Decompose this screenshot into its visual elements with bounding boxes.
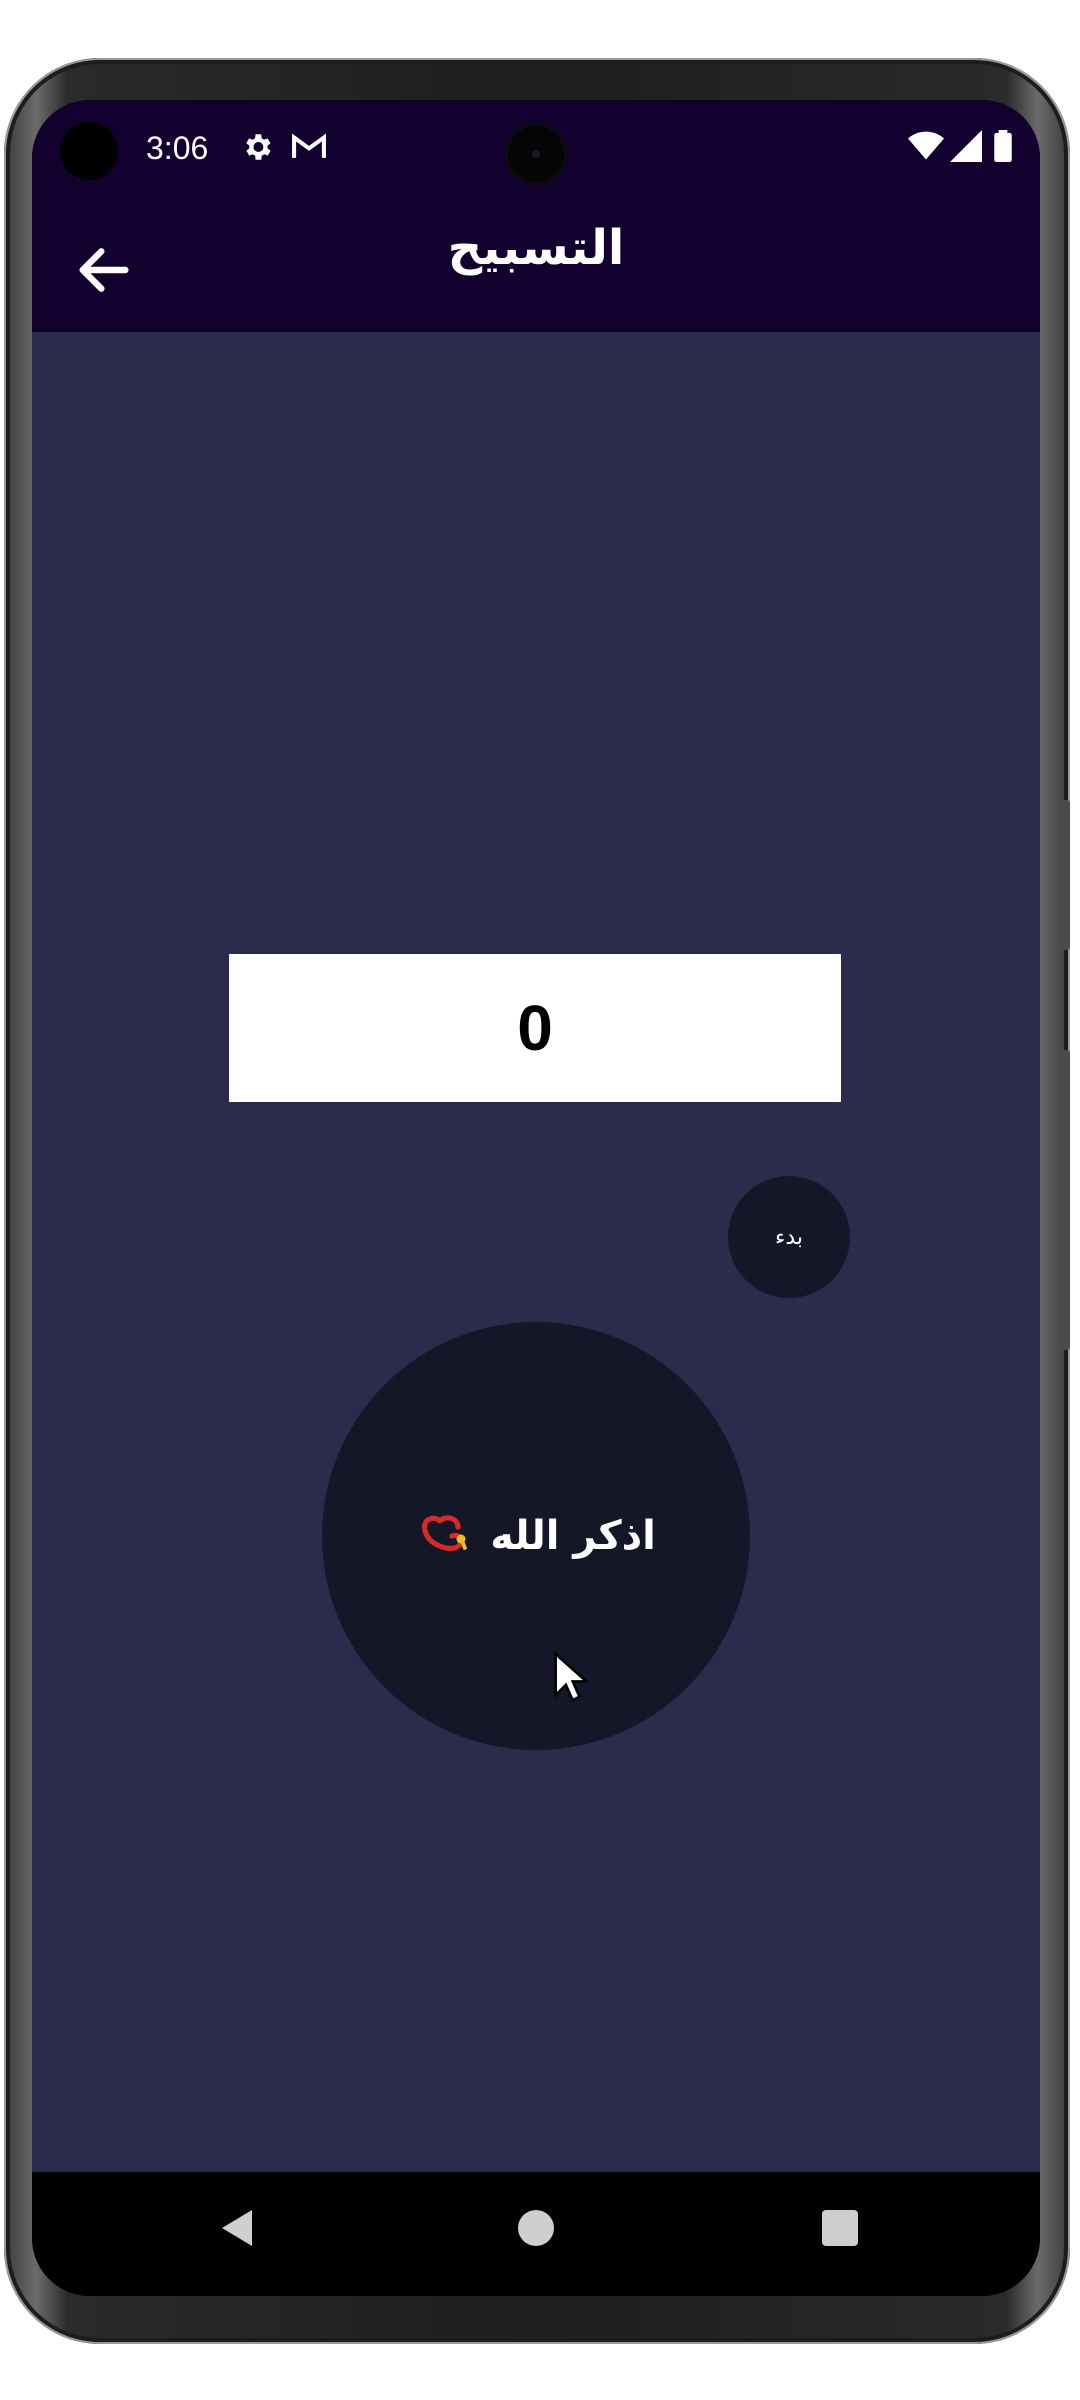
dhikr-button[interactable]: اذكر الله <box>322 1322 750 1750</box>
content-area: 0 بدء اذكر الله <box>32 332 1040 2172</box>
app-bar: التسبيح <box>32 100 1040 332</box>
mouse-cursor-icon <box>554 1652 588 1702</box>
device-frame: 3:06 التسبيح 0 بدء اذكر الله <box>0 0 1080 2400</box>
nav-back-icon[interactable] <box>222 2210 252 2246</box>
counter-display: 0 <box>229 954 841 1102</box>
navigation-bar <box>32 2172 1040 2296</box>
reset-button[interactable]: بدء <box>728 1176 850 1298</box>
volume-button <box>1060 800 1070 950</box>
page-title: التسبيح <box>447 220 625 276</box>
power-button <box>1060 1050 1070 1350</box>
dhikr-button-label: اذكر الله <box>490 1513 656 1559</box>
prayer-beads-icon <box>422 1515 468 1551</box>
nav-home-icon[interactable] <box>518 2210 554 2246</box>
reset-button-label: بدء <box>775 1224 804 1250</box>
nav-recents-icon[interactable] <box>822 2210 858 2246</box>
screen: 3:06 التسبيح 0 بدء اذكر الله <box>32 100 1040 2296</box>
